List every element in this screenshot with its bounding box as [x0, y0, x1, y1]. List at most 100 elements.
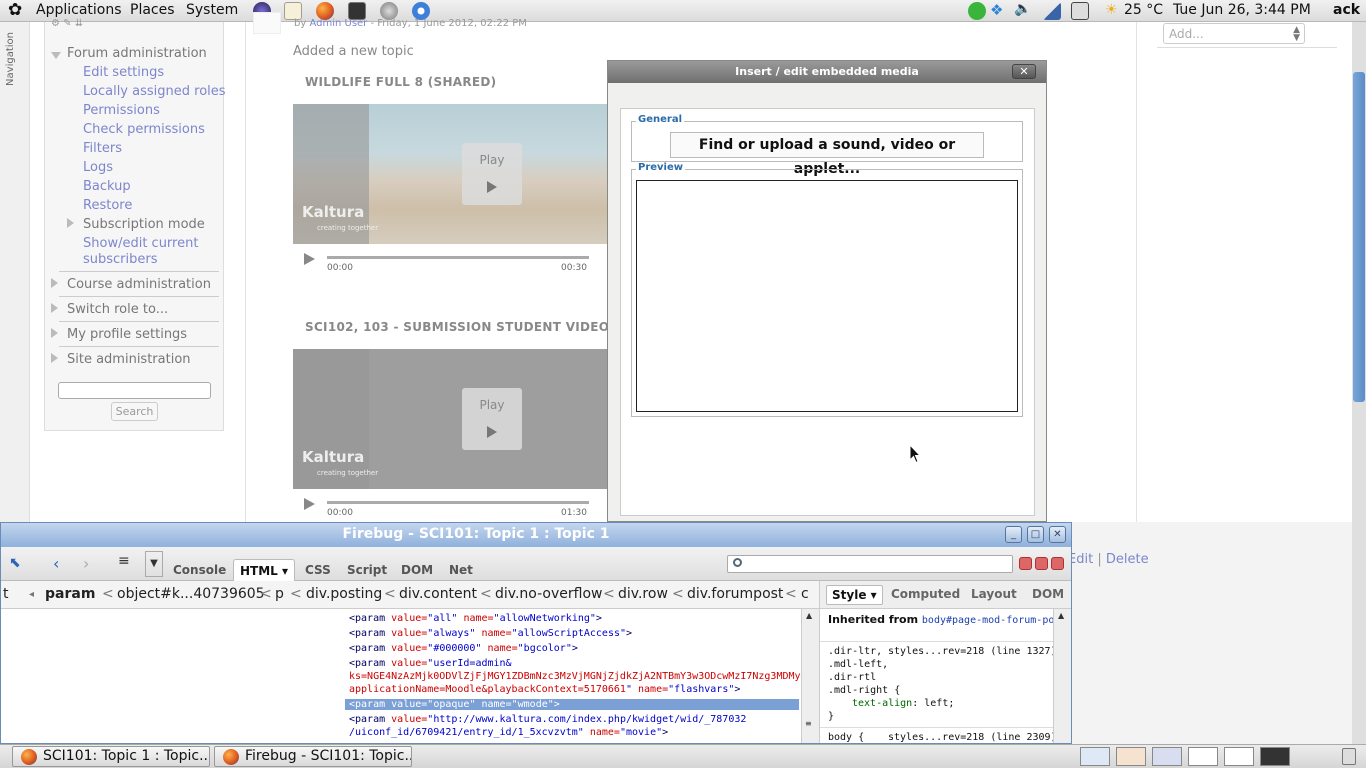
kaltura-video-player[interactable]: Kaltura creating together Play [293, 104, 613, 244]
network-signal-icon[interactable] [1043, 2, 1061, 20]
back-arrow-icon[interactable]: ‹ [53, 554, 59, 573]
add-block-select[interactable]: Add... ▲ ▼ [1163, 23, 1305, 44]
navigation-dock[interactable]: Navigation [0, 22, 30, 522]
breadcrumb-item[interactable]: div.content [399, 586, 477, 602]
css-source-link[interactable]: styles...rev=218 (line 2309) [888, 732, 1053, 743]
scroll-thumb-icon[interactable]: ≡ [805, 719, 812, 728]
firebug-detach-icon[interactable] [1035, 557, 1048, 570]
delete-link[interactable]: Delete [1106, 552, 1149, 567]
page-scrollbar-thumb[interactable] [1353, 72, 1365, 402]
weather-icon[interactable]: ☀ [1105, 2, 1118, 18]
dropbox-icon[interactable]: ❖ [990, 1, 1008, 19]
tab-style[interactable]: Style ▾ [826, 585, 883, 605]
breadcrumb-item[interactable]: p [275, 586, 284, 602]
logs-link[interactable]: Logs [83, 160, 113, 175]
block-tool-icons[interactable]: ⚙ ✎ ⇊ [51, 18, 83, 29]
settings-search-input[interactable] [58, 382, 211, 399]
firebug-minimize-icon[interactable] [1019, 557, 1032, 570]
html-panel-scrollbar[interactable]: ▲ ≡ [801, 609, 819, 743]
tab-net[interactable]: Net [443, 559, 479, 581]
workspace-6[interactable] [1260, 747, 1290, 766]
course-administration-node[interactable]: Course administration [67, 277, 211, 292]
breadcrumb-scroll-icon[interactable]: ◂ [29, 589, 34, 600]
tab-side-dom[interactable]: DOM [1027, 585, 1069, 603]
places-menu[interactable]: Places [130, 2, 175, 18]
system-menu[interactable]: System [186, 2, 238, 18]
navigation-dock-label[interactable]: Navigation [5, 32, 16, 86]
tab-layout[interactable]: Layout [966, 585, 1022, 603]
selected-html-node[interactable]: <param value="opaque" name="wmode"> [345, 699, 799, 710]
expanded-arrow-icon[interactable] [51, 52, 61, 59]
style-panel-scrollbar[interactable]: ▲ [1053, 609, 1071, 743]
permissions-link[interactable]: Permissions [83, 103, 160, 118]
scroll-up-icon[interactable]: ▲ [806, 611, 812, 620]
workspace-3[interactable] [1152, 747, 1182, 766]
maximize-icon[interactable]: □ [1027, 526, 1044, 543]
subscription-mode-node[interactable]: Subscription mode [83, 217, 205, 232]
html-node[interactable]: <param value="all" name="allowNetworking… [349, 613, 602, 624]
video-play-button[interactable]: Play [462, 143, 522, 205]
play-icon[interactable] [304, 253, 315, 265]
breadcrumb-item[interactable]: object#k...40739605 [117, 586, 265, 602]
my-profile-settings-node[interactable]: My profile settings [67, 327, 187, 342]
breadcrumb-item[interactable]: div.forumpost [687, 586, 783, 602]
show-edit-subscribers-link-cont[interactable]: subscribers [83, 252, 158, 267]
locally-assigned-roles-link[interactable]: Locally assigned roles [83, 84, 226, 99]
collapsed-arrow-icon[interactable] [51, 328, 58, 338]
html-node[interactable]: <param value="http://www.kaltura.com/ind… [349, 714, 746, 725]
backup-link[interactable]: Backup [83, 179, 131, 194]
workspace-5[interactable] [1224, 747, 1254, 766]
post-author-link[interactable]: Admin User [309, 18, 367, 29]
switch-role-node[interactable]: Switch role to... [67, 302, 168, 317]
inherited-selector-link[interactable]: body#page-mod-forum-post.path-mod [922, 615, 1053, 626]
scroll-up-icon[interactable]: ▲ [1058, 611, 1064, 620]
minimize-icon[interactable]: _ [1005, 526, 1022, 543]
find-upload-media-button[interactable]: Find or upload a sound, video or applet.… [670, 132, 984, 177]
restore-link[interactable]: Restore [83, 198, 132, 213]
battery-icon[interactable] [1071, 2, 1089, 20]
trash-icon[interactable] [1342, 748, 1356, 765]
scrubber-bar[interactable] [327, 501, 589, 504]
tab-dom[interactable]: DOM [395, 559, 439, 581]
forum-administration-node[interactable]: Forum administration [67, 46, 207, 61]
firebug-search-input[interactable] [727, 555, 1013, 573]
update-check-icon[interactable] [968, 2, 986, 20]
user-menu[interactable]: ack [1333, 2, 1360, 18]
applications-menu[interactable]: Applications [36, 2, 122, 18]
css-source-link[interactable]: styles...rev=218 (line 1327) [888, 646, 1053, 657]
css-property[interactable]: text-align: left; [852, 698, 954, 709]
tab-console[interactable]: Console [167, 559, 232, 581]
clock[interactable]: Tue Jun 26, 3:44 PM [1173, 2, 1311, 18]
video-play-button[interactable]: Play [462, 388, 522, 450]
firebug-close-icon[interactable] [1051, 557, 1064, 570]
html-node[interactable]: <param value="userId=admin& [349, 658, 512, 669]
workspace-1[interactable] [1080, 747, 1110, 766]
show-edit-subscribers-link[interactable]: Show/edit current [83, 236, 198, 251]
tab-css[interactable]: CSS [299, 559, 337, 581]
panel-menu-icon[interactable]: ≡ [118, 553, 130, 569]
volume-icon[interactable]: 🔈 [1014, 1, 1032, 19]
settings-search-button[interactable]: Search [111, 402, 158, 421]
filters-link[interactable]: Filters [83, 141, 122, 156]
collapsed-arrow-icon[interactable] [67, 218, 74, 228]
breadcrumb-item[interactable]: div.row [618, 586, 668, 602]
tab-html[interactable]: HTML ▾ [233, 559, 296, 581]
collapsed-arrow-icon[interactable] [51, 303, 58, 313]
author-avatar[interactable] [253, 12, 281, 34]
site-administration-node[interactable]: Site administration [67, 352, 191, 367]
close-icon[interactable]: ✕ [1049, 526, 1066, 543]
chevron-down-icon[interactable]: ▼ [145, 551, 163, 577]
play-icon[interactable] [304, 498, 315, 510]
inspect-element-icon[interactable]: ⬉ [9, 555, 21, 571]
tab-script[interactable]: Script [341, 559, 393, 581]
firebug-titlebar[interactable]: Firebug - SCI101: Topic 1 : Topic 1 _ □ … [1, 523, 1071, 547]
breadcrumb-item[interactable]: div.posting [306, 586, 382, 602]
breadcrumb-item[interactable]: div.no-overflow [495, 586, 603, 602]
breadcrumb-item[interactable]: t [3, 586, 9, 602]
taskbar-item-firefox[interactable]: SCI101: Topic 1 : Topic... [12, 746, 210, 767]
dialog-titlebar[interactable]: Insert / edit embedded media ✕ [608, 61, 1046, 83]
scrubber-bar[interactable] [327, 256, 589, 259]
breadcrumb-item[interactable]: c [801, 586, 809, 602]
kaltura-video-player[interactable]: Kaltura creating together Play [293, 349, 613, 489]
gnome-foot-icon[interactable]: ✿ [8, 0, 22, 20]
